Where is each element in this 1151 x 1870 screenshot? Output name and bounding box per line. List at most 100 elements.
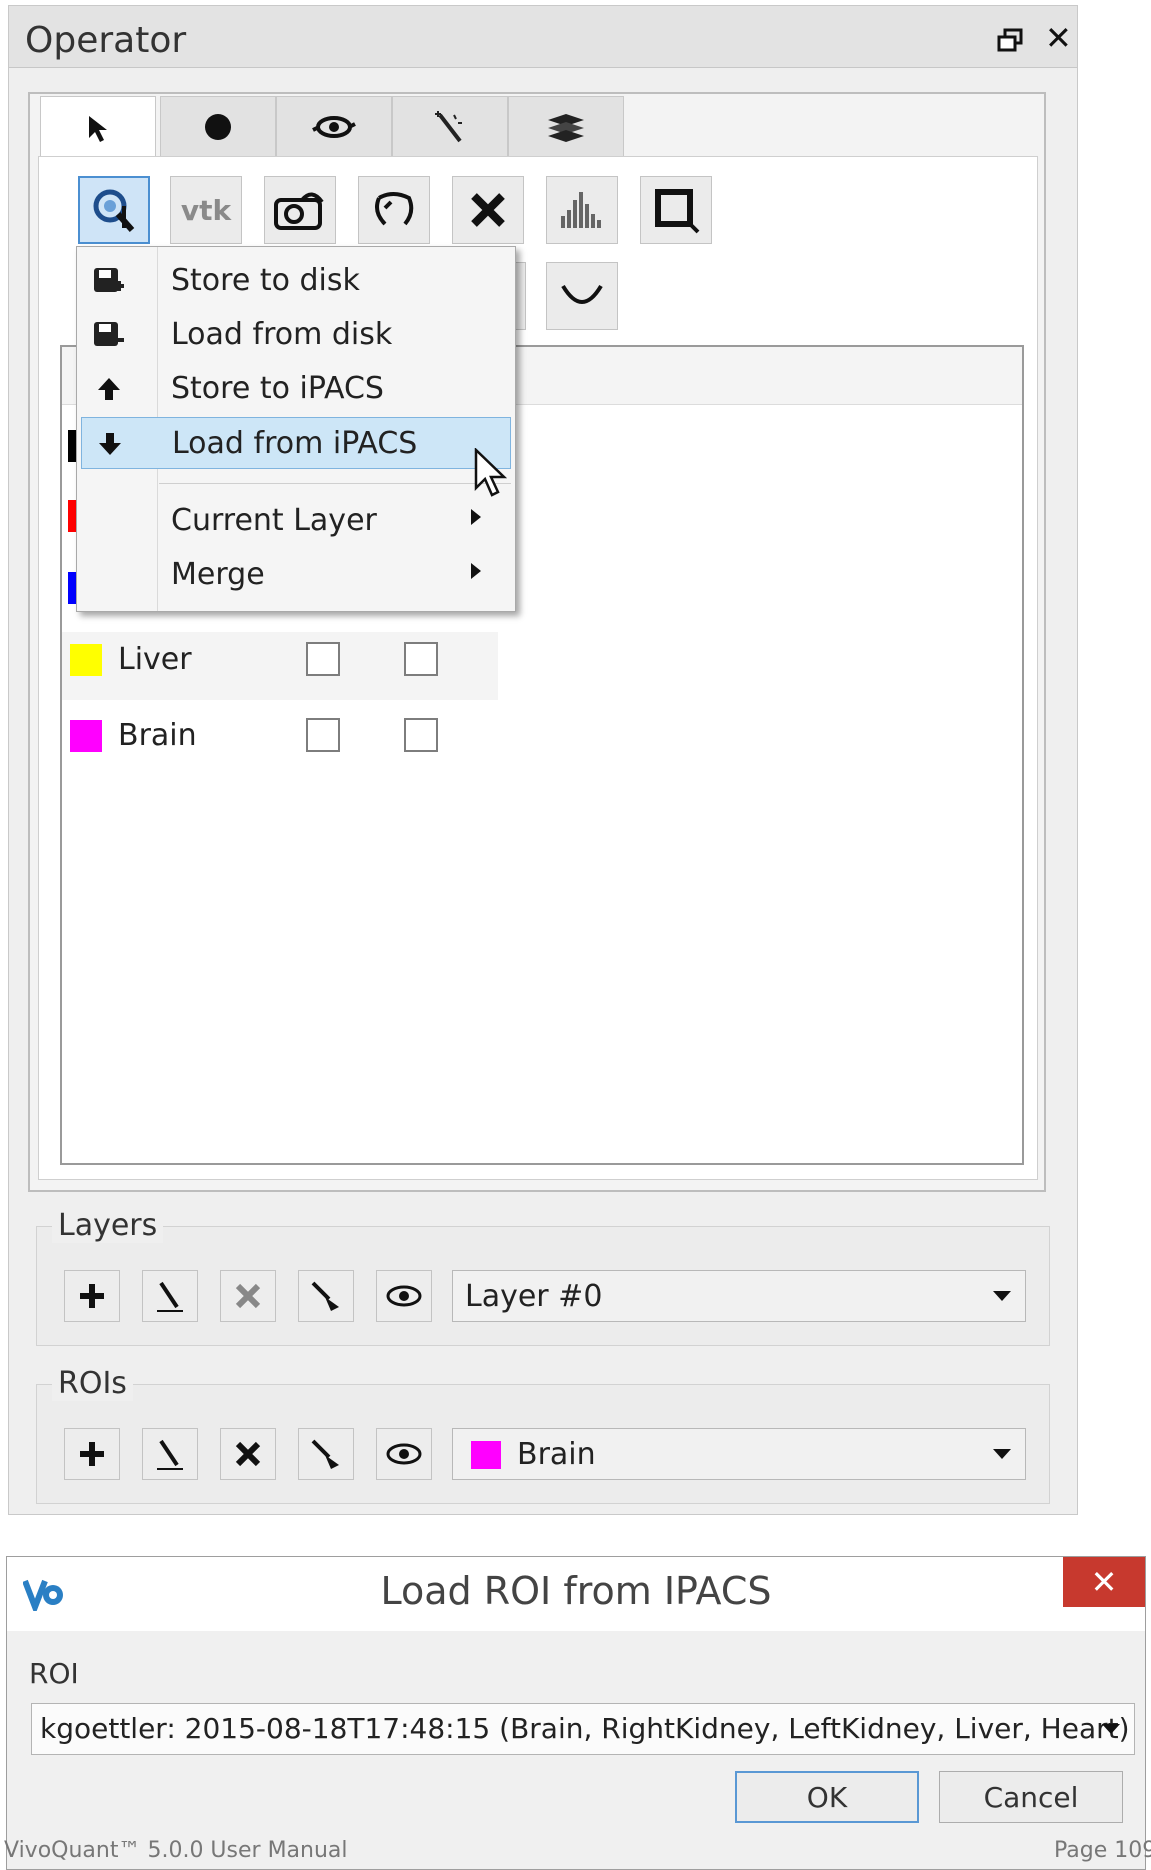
menu-separator <box>159 483 511 484</box>
eye-icon <box>312 115 356 138</box>
tab-layers[interactable] <box>508 96 624 156</box>
roi-color-swatch <box>68 430 76 462</box>
roi-visible-checkbox[interactable] <box>306 718 340 752</box>
add-roi-button[interactable] <box>64 1428 120 1480</box>
lasso-button[interactable] <box>358 176 430 244</box>
tab-wand[interactable] <box>392 96 508 156</box>
magic-wand-icon <box>435 110 462 142</box>
plus-icon <box>80 1442 104 1466</box>
layers-group-title: Layers <box>52 1208 164 1243</box>
delete-icon <box>471 193 505 227</box>
roi-lock-checkbox[interactable] <box>404 642 438 676</box>
rename-roi-button[interactable] <box>142 1428 198 1480</box>
crop-button[interactable] <box>640 176 712 244</box>
tab-circle[interactable] <box>160 96 276 156</box>
restore-icon[interactable] <box>997 28 1023 52</box>
dialog-titlebar: Load ROI from IPACS ✕ <box>7 1557 1145 1631</box>
vtk-button[interactable]: vtk <box>170 176 242 244</box>
menu-item-label: Load from disk <box>171 317 393 352</box>
roi-select-value: Brain <box>517 1437 596 1472</box>
close-icon[interactable]: ✕ <box>1045 22 1072 54</box>
toggle-roi-visibility-button[interactable] <box>376 1428 432 1480</box>
menu-item-store-to-ipacs[interactable]: Store to iPACS <box>81 363 511 415</box>
save-icon <box>91 319 127 351</box>
pencil-icon <box>157 1281 183 1312</box>
roi-visible-checkbox[interactable] <box>306 642 340 676</box>
delete-layer-button[interactable] <box>220 1270 276 1322</box>
layer-select-value: Layer #0 <box>465 1279 603 1314</box>
operator-titlebar: Operator ✕ <box>9 6 1077 68</box>
brush-icon <box>311 1281 339 1311</box>
plus-icon <box>80 1284 104 1308</box>
menu-item-label: Load from iPACS <box>172 426 418 461</box>
curve-icon <box>561 284 603 304</box>
footer-manual-title: VivoQuant™ 5.0.0 User Manual <box>4 1838 348 1863</box>
roi-dropdown[interactable]: kgoettler: 2015-08-18T17:48:15 (Brain, R… <box>31 1703 1135 1755</box>
paint-layer-button[interactable] <box>298 1270 354 1322</box>
rois-group-title: ROIs <box>52 1366 133 1401</box>
arrow-up-icon <box>91 373 127 405</box>
menu-item-load-from-ipacs[interactable]: Load from iPACS <box>81 417 511 469</box>
vtk-label: vtk <box>180 193 232 227</box>
roi-io-button[interactable] <box>78 176 150 244</box>
close-icon: ✕ <box>1090 1563 1118 1601</box>
menu-item-current-layer[interactable]: Current Layer <box>81 495 511 547</box>
menu-item-load-from-disk[interactable]: Load from disk <box>81 309 511 361</box>
mouse-cursor-icon <box>474 447 508 502</box>
roi-field-label: ROI <box>29 1657 79 1690</box>
layer-select[interactable]: Layer #0 <box>452 1270 1026 1322</box>
operator-title: Operator <box>25 20 187 61</box>
delete-icon <box>235 1283 261 1309</box>
layers-icon <box>548 113 584 142</box>
tab-eye[interactable] <box>276 96 392 156</box>
roi-row-brain[interactable]: Brain <box>62 708 502 776</box>
menu-item-label: Store to disk <box>171 263 360 298</box>
pencil-icon <box>157 1439 183 1470</box>
roi-color-swatch <box>68 572 76 604</box>
submenu-arrow-icon <box>471 509 481 525</box>
delete-icon <box>235 1441 261 1467</box>
delete-roi-button[interactable] <box>220 1428 276 1480</box>
footer-page-number: Page 109 <box>1054 1838 1151 1863</box>
arrow-down-icon <box>92 428 128 460</box>
submenu-arrow-icon <box>471 563 481 579</box>
menu-item-label: Merge <box>171 557 265 592</box>
rename-layer-button[interactable] <box>142 1270 198 1322</box>
roi-lock-checkbox[interactable] <box>404 718 438 752</box>
dialog-close-button[interactable]: ✕ <box>1063 1557 1145 1607</box>
roi-color-swatch <box>70 720 102 752</box>
camera-icon <box>274 192 324 230</box>
square-icon <box>655 189 700 234</box>
brush-icon <box>311 1439 339 1469</box>
roi-color-swatch <box>68 500 76 532</box>
chevron-down-icon <box>993 1449 1011 1459</box>
roi-dropdown-value: kgoettler: 2015-08-18T17:48:15 (Brain, R… <box>40 1712 1130 1745</box>
eye-icon <box>386 1443 422 1465</box>
ok-button[interactable]: OK <box>735 1771 919 1823</box>
roi-select-swatch <box>471 1441 501 1469</box>
histogram-button[interactable] <box>546 176 618 244</box>
roi-color-swatch <box>70 644 102 676</box>
cancel-button[interactable]: Cancel <box>939 1771 1123 1823</box>
roi-row-liver[interactable]: Liver <box>62 632 498 700</box>
save-icon <box>91 265 127 297</box>
menu-item-store-to-disk[interactable]: Store to disk <box>81 255 511 307</box>
circle-icon <box>205 113 231 140</box>
paint-roi-button[interactable] <box>298 1428 354 1480</box>
context-menu: Store to disk Load from disk Store to iP… <box>76 246 516 612</box>
camera-button[interactable] <box>264 176 336 244</box>
menu-item-merge[interactable]: Merge <box>81 549 511 601</box>
histogram-icon <box>561 192 601 228</box>
add-layer-button[interactable] <box>64 1270 120 1322</box>
menu-item-label: Current Layer <box>171 503 377 538</box>
roi-select[interactable]: Brain <box>452 1428 1026 1480</box>
lasso-icon <box>375 192 414 226</box>
eye-icon <box>386 1285 422 1307</box>
roi-io-icon <box>93 189 135 232</box>
curve-button[interactable] <box>546 262 618 330</box>
toggle-layer-visibility-button[interactable] <box>376 1270 432 1322</box>
roi-name: Liver <box>118 642 192 677</box>
tab-pointer[interactable] <box>40 96 156 160</box>
delete-button[interactable] <box>452 176 524 244</box>
chevron-down-icon <box>993 1291 1011 1301</box>
